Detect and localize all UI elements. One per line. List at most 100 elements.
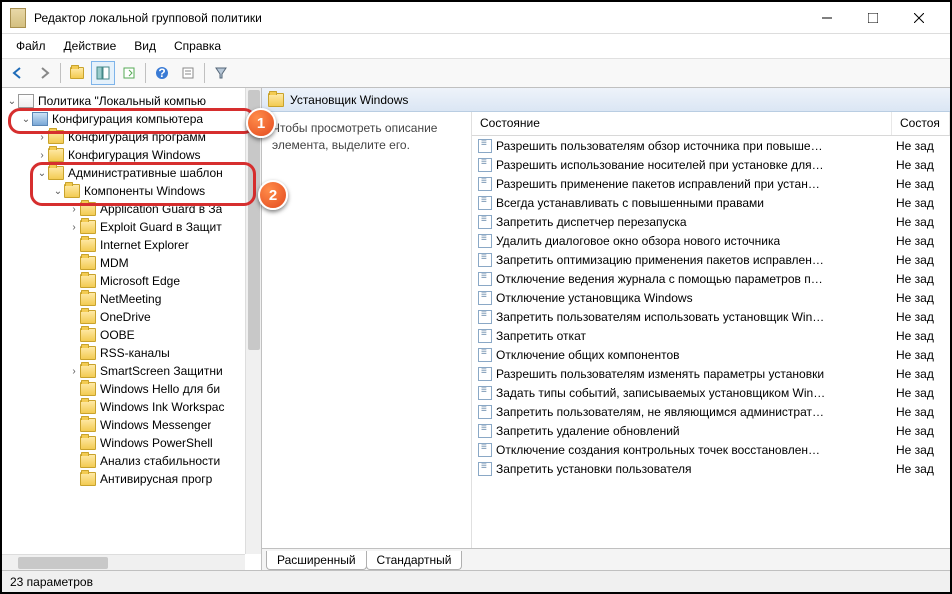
setting-name: Разрешить применение пакетов исправлений… (496, 177, 820, 191)
folder-icon (80, 310, 96, 324)
policy-icon (478, 291, 492, 305)
menu-view[interactable]: Вид (126, 37, 164, 55)
caret-icon[interactable] (6, 96, 18, 107)
properties-button[interactable] (176, 61, 200, 85)
tree-windows-components[interactable]: Компоненты Windows (2, 182, 261, 200)
tab-standard[interactable]: Стандартный (366, 551, 463, 570)
tree-item[interactable]: RSS-каналы (2, 344, 261, 362)
tree-item[interactable]: Microsoft Edge (2, 272, 261, 290)
tree-horizontal-scrollbar[interactable] (2, 554, 245, 570)
tree-item[interactable]: Windows Hello для би (2, 380, 261, 398)
menu-file[interactable]: Файл (8, 37, 54, 55)
tree-item[interactable]: Windows PowerShell (2, 434, 261, 452)
policy-icon (478, 139, 492, 153)
list-row[interactable]: Отключение установщика WindowsНе зад (472, 288, 950, 307)
tree-pane: Политика "Локальный компью Конфигурация … (2, 88, 262, 570)
menu-action[interactable]: Действие (56, 37, 125, 55)
list-row[interactable]: Разрешить пользователям обзор источника … (472, 136, 950, 155)
detail-pane: Установщик Windows Чтобы просмотреть опи… (262, 88, 950, 570)
caret-icon[interactable] (52, 186, 64, 197)
policy-icon (478, 462, 492, 476)
caret-icon[interactable] (68, 222, 80, 233)
tree-item[interactable]: SmartScreen Защитни (2, 362, 261, 380)
list-rows[interactable]: Разрешить пользователям обзор источника … (472, 136, 950, 548)
computer-icon (32, 112, 48, 126)
setting-name: Запретить удаление обновлений (496, 424, 680, 438)
policy-icon (478, 177, 492, 191)
tab-extended[interactable]: Расширенный (266, 551, 367, 570)
list-row[interactable]: Запретить диспетчер перезапускаНе зад (472, 212, 950, 231)
setting-state: Не зад (892, 234, 950, 248)
tree-admin-templates[interactable]: Административные шаблон (2, 164, 261, 182)
list-row[interactable]: Отключение общих компонентовНе зад (472, 345, 950, 364)
caret-icon[interactable] (36, 132, 48, 143)
tree-item[interactable]: Антивирусная прогр (2, 470, 261, 488)
setting-state: Не зад (892, 424, 950, 438)
help-button[interactable]: ? (150, 61, 174, 85)
tree-vertical-scrollbar[interactable] (245, 88, 261, 554)
tree-item[interactable]: NetMeeting (2, 290, 261, 308)
filter-button[interactable] (209, 61, 233, 85)
tree-item-label: OOBE (100, 328, 135, 342)
content: Политика "Локальный компью Конфигурация … (2, 88, 950, 570)
tree-item[interactable]: Анализ стабильности (2, 452, 261, 470)
tree-windows-settings[interactable]: Конфигурация Windows (2, 146, 261, 164)
up-button[interactable] (65, 61, 89, 85)
svg-text:?: ? (158, 66, 165, 80)
menu-help[interactable]: Справка (166, 37, 229, 55)
setting-name: Разрешить пользователям изменять парамет… (496, 367, 824, 381)
folder-icon (80, 472, 96, 486)
list-row[interactable]: Запретить удаление обновлений Не зад (472, 421, 950, 440)
list-row[interactable]: Запретить пользователям, не являющимся а… (472, 402, 950, 421)
statusbar: 23 параметров (2, 570, 950, 592)
tree-item[interactable]: Exploit Guard в Защит (2, 218, 261, 236)
list-row[interactable]: Запретить установки пользователяНе зад (472, 459, 950, 478)
back-button[interactable] (6, 61, 30, 85)
minimize-button[interactable] (804, 3, 850, 33)
list-row[interactable]: Отключение ведения журнала с помощью пар… (472, 269, 950, 288)
tree-software-settings[interactable]: Конфигурация программ (2, 128, 261, 146)
list-row[interactable]: Запретить оптимизацию применения пакетов… (472, 250, 950, 269)
close-button[interactable] (896, 3, 942, 33)
setting-name: Запретить пользователям использовать уст… (496, 310, 824, 324)
tree-item-label: Антивирусная прогр (100, 472, 212, 486)
toolbar-separator (60, 63, 61, 83)
forward-button[interactable] (32, 61, 56, 85)
list-row[interactable]: Всегда устанавливать с повышенными права… (472, 193, 950, 212)
tree-item[interactable]: Application Guard в За (2, 200, 261, 218)
export-button[interactable] (117, 61, 141, 85)
tree-item[interactable]: OneDrive (2, 308, 261, 326)
caret-icon[interactable] (20, 114, 32, 125)
tree-root[interactable]: Политика "Локальный компью (2, 92, 261, 110)
show-tree-button[interactable] (91, 61, 115, 85)
list-row[interactable]: Разрешить пользователям изменять парамет… (472, 364, 950, 383)
setting-state: Не зад (892, 386, 950, 400)
column-state2[interactable]: Состоя (892, 112, 950, 135)
scroll-thumb[interactable] (18, 557, 108, 569)
list-row[interactable]: Разрешить использование носителей при ус… (472, 155, 950, 174)
list-row[interactable]: Задать типы событий, записываемых устано… (472, 383, 950, 402)
toolbar-separator (145, 63, 146, 83)
list-row[interactable]: Разрешить применение пакетов исправлений… (472, 174, 950, 193)
folder-icon (64, 184, 80, 198)
tree-item[interactable]: OOBE (2, 326, 261, 344)
tree-computer-config[interactable]: Конфигурация компьютера (2, 110, 261, 128)
list-row[interactable]: Отключение создания контрольных точек во… (472, 440, 950, 459)
policy-icon (478, 443, 492, 457)
tree-item[interactable]: MDM (2, 254, 261, 272)
tree-item[interactable]: Internet Explorer (2, 236, 261, 254)
list-row[interactable]: Удалить диалоговое окно обзора нового ис… (472, 231, 950, 250)
maximize-button[interactable] (850, 3, 896, 33)
detail-title: Установщик Windows (290, 93, 408, 107)
tree-item[interactable]: Windows Messenger (2, 416, 261, 434)
tree-item[interactable]: Windows Ink Workspac (2, 398, 261, 416)
funnel-icon (214, 66, 228, 80)
list-row[interactable]: Запретить пользователям использовать уст… (472, 307, 950, 326)
caret-icon[interactable] (36, 168, 48, 179)
list-row[interactable]: Запретить откатНе зад (472, 326, 950, 345)
policy-icon (478, 234, 492, 248)
caret-icon[interactable] (68, 366, 80, 377)
caret-icon[interactable] (36, 150, 48, 161)
column-state[interactable]: Состояние (472, 112, 892, 135)
caret-icon[interactable] (68, 204, 80, 215)
